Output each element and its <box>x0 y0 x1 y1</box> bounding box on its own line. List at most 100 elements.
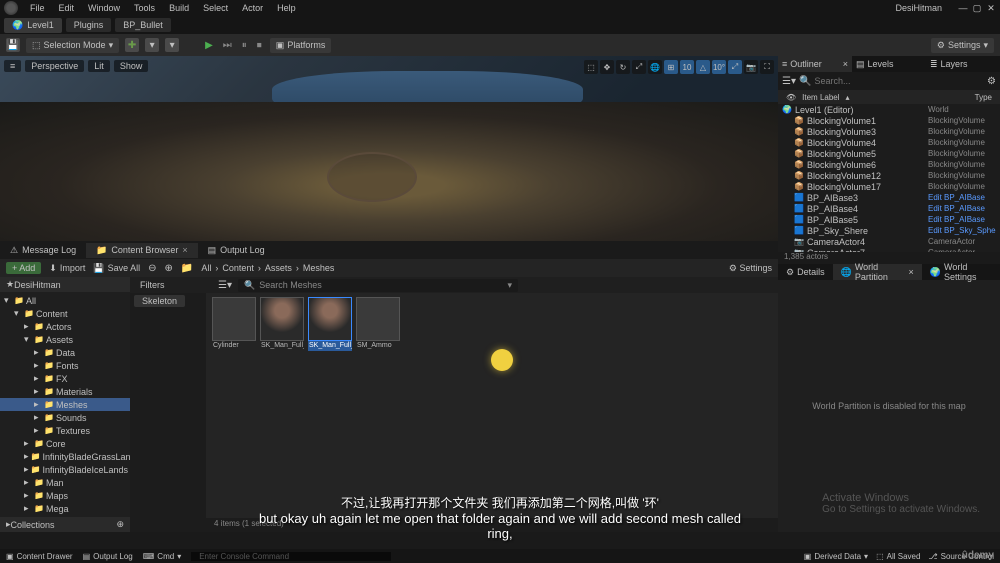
outliner-row[interactable]: 🟦BP_Sky_ShereEdit BP_Sky_Sphe <box>778 225 1000 236</box>
add-button[interactable]: + Add <box>6 262 41 274</box>
filter-chip-skeleton[interactable]: Skeleton <box>134 295 185 307</box>
tab-outliner[interactable]: ≡Outliner× <box>778 56 852 72</box>
tab-close-icon[interactable]: × <box>182 245 187 255</box>
history-back-icon[interactable]: ⊖ <box>148 263 156 274</box>
tab-bp-bullet[interactable]: BP_Bullet <box>115 18 171 32</box>
content-drawer-button[interactable]: ▣Content Drawer <box>6 552 73 561</box>
tab-output-log[interactable]: ▤Output Log <box>198 243 275 258</box>
vp-scale-toggle[interactable]: ⤢ <box>728 60 742 74</box>
outliner-row[interactable]: 🟦BP_AIBase5Edit BP_AIBase <box>778 214 1000 225</box>
tree-item-materials[interactable]: ▸📁 Materials <box>0 385 130 398</box>
vp-angle-toggle[interactable]: △ <box>696 60 710 74</box>
tab-content-browser[interactable]: 📁Content Browser× <box>86 243 198 258</box>
menu-build[interactable]: Build <box>169 3 189 13</box>
tab-world-settings[interactable]: 🌍World Settings <box>922 264 1000 280</box>
menu-select[interactable]: Select <box>203 3 228 13</box>
outliner-row[interactable]: 📦BlockingVolume6BlockingVolume <box>778 159 1000 170</box>
vp-grid-toggle[interactable]: ⊞ <box>664 60 678 74</box>
tree-item-mega[interactable]: ▸📁 Mega <box>0 502 130 515</box>
outliner-row[interactable]: 📦BlockingVolume17BlockingVolume <box>778 181 1000 192</box>
tree-item-actors[interactable]: ▸📁 Actors <box>0 320 130 333</box>
tab-close-icon[interactable]: × <box>843 59 848 69</box>
tab-levels[interactable]: ▤Levels <box>852 56 926 72</box>
gear-icon[interactable]: ⚙ <box>987 76 996 87</box>
tree-item-infinitybladegrasslands[interactable]: ▸📁 InfinityBladeGrassLands <box>0 450 130 463</box>
outliner-row[interactable]: 🟦BP_AIBase3Edit BP_AIBase <box>778 192 1000 203</box>
play-button[interactable]: ▶ <box>203 40 215 51</box>
asset-sk_man_full_head[interactable]: SK_Man_Full_Head <box>260 297 304 351</box>
viewport-hamburger[interactable]: ≡ <box>4 60 21 72</box>
import-button[interactable]: ⬇Import <box>49 263 85 274</box>
platforms-dropdown[interactable]: ▣ Platforms <box>270 38 332 53</box>
asset-grid[interactable]: CylinderSK_Man_Full_HeadSK_Man_Full_Head… <box>206 293 778 518</box>
tree-item-sounds[interactable]: ▸📁 Sounds <box>0 411 130 424</box>
derived-data-button[interactable]: ▣Derived Data ▾ <box>804 552 868 561</box>
viewport-show[interactable]: Show <box>114 60 149 72</box>
outliner-row[interactable]: 📦BlockingVolume12BlockingVolume <box>778 170 1000 181</box>
tab-close-icon[interactable]: × <box>909 267 914 277</box>
tree-item-textures[interactable]: ▸📁 Textures <box>0 424 130 437</box>
menu-help[interactable]: Help <box>277 3 296 13</box>
col-type-label[interactable]: Type <box>975 93 992 102</box>
vp-camera-speed[interactable]: 📷 <box>744 60 758 74</box>
asset-cylinder[interactable]: Cylinder <box>212 297 256 351</box>
outliner-row[interactable]: 🌍Level1 (Editor)World <box>778 104 1000 115</box>
breadcrumb-meshes[interactable]: Meshes <box>303 263 335 273</box>
outliner-search-input[interactable] <box>814 76 984 86</box>
col-item-label[interactable]: Item Label <box>802 93 839 102</box>
history-forward-icon[interactable]: ⊕ <box>164 263 172 274</box>
tab-message-log[interactable]: ⚠Message Log <box>0 243 86 258</box>
breadcrumb-content[interactable]: Content <box>222 263 254 273</box>
add-actor-button[interactable]: ✚ <box>125 38 139 52</box>
viewport-perspective[interactable]: Perspective <box>25 60 84 72</box>
menu-tools[interactable]: Tools <box>134 3 155 13</box>
menu-window[interactable]: Window <box>88 3 120 13</box>
vp-select-icon[interactable]: ⬚ <box>584 60 598 74</box>
menu-actor[interactable]: Actor <box>242 3 263 13</box>
vp-globe-icon[interactable]: 🌐 <box>648 60 662 74</box>
outliner-row[interactable]: 📦BlockingVolume1BlockingVolume <box>778 115 1000 126</box>
collections-header[interactable]: ▸ Collections ⊕ <box>0 517 130 532</box>
cinematics-button[interactable]: ▾ <box>165 38 179 52</box>
outliner-row[interactable]: 📦BlockingVolume5BlockingVolume <box>778 148 1000 159</box>
vp-grid-value[interactable]: 10 <box>680 60 694 74</box>
folder-tree[interactable]: ▾📁 All▾📁 Content▸📁 Actors▾📁 Assets▸📁 Dat… <box>0 292 130 517</box>
folder-icon[interactable]: 📁 <box>181 263 193 274</box>
close-icon[interactable]: ✕ <box>986 3 996 14</box>
vp-angle-value[interactable]: 10° <box>712 60 726 74</box>
tree-item-maps[interactable]: ▸📁 Maps <box>0 489 130 502</box>
user-name[interactable]: DesiHitman <box>895 3 942 13</box>
tree-item-all[interactable]: ▾📁 All <box>0 294 130 307</box>
outliner-row[interactable]: 📷CameraActor4CameraActor <box>778 236 1000 247</box>
tree-item-fonts[interactable]: ▸📁 Fonts <box>0 359 130 372</box>
cb-settings-button[interactable]: ⚙ Settings <box>729 263 772 274</box>
asset-sm_ammo[interactable]: SM_Ammo <box>356 297 400 351</box>
cb-sidebar-header[interactable]: ★ DesiHitman <box>0 277 130 292</box>
tree-item-assets[interactable]: ▾📁 Assets <box>0 333 130 346</box>
breadcrumb-assets[interactable]: Assets <box>265 263 292 273</box>
vp-maximize[interactable]: ⛶ <box>760 60 774 74</box>
tab-plugins[interactable]: Plugins <box>66 18 112 32</box>
tab-world-partition[interactable]: 🌐World Partition× <box>833 264 922 280</box>
tree-item-core[interactable]: ▸📁 Core <box>0 437 130 450</box>
outliner-row[interactable]: 🟦BP_AIBase4Edit BP_AIBase <box>778 203 1000 214</box>
tab-layers[interactable]: ≣Layers <box>926 56 1000 72</box>
save-status[interactable]: ⬚All Saved <box>876 552 920 561</box>
pause-button[interactable]: ⏸ <box>240 40 249 51</box>
maximize-icon[interactable]: ▢ <box>972 3 982 14</box>
tree-item-meshes[interactable]: ▸📁 Meshes <box>0 398 130 411</box>
stop-button[interactable]: ⏹ <box>255 40 264 51</box>
viewport-lit[interactable]: Lit <box>88 60 110 72</box>
tab-details[interactable]: ⚙Details <box>778 264 833 280</box>
filter-icon[interactable]: ☰▾ <box>782 76 796 87</box>
settings-dropdown[interactable]: ⚙ Settings ▾ <box>931 38 994 53</box>
breadcrumb-all[interactable]: All <box>201 263 211 273</box>
output-log-button[interactable]: ▤Output Log <box>83 552 133 561</box>
vp-scale-icon[interactable]: ⤢ <box>632 60 646 74</box>
viewport[interactable]: ≡ Perspective Lit Show ⬚ ✥ ↻ ⤢ 🌐 ⊞ 10 △ … <box>0 56 778 241</box>
menu-file[interactable]: File <box>30 3 45 13</box>
filter-icon[interactable]: ☰▾ <box>218 280 232 291</box>
save-button[interactable]: 💾 <box>6 38 20 52</box>
skip-button[interactable]: ⏭ <box>221 40 234 51</box>
outliner-row[interactable]: 📦BlockingVolume3BlockingVolume <box>778 126 1000 137</box>
